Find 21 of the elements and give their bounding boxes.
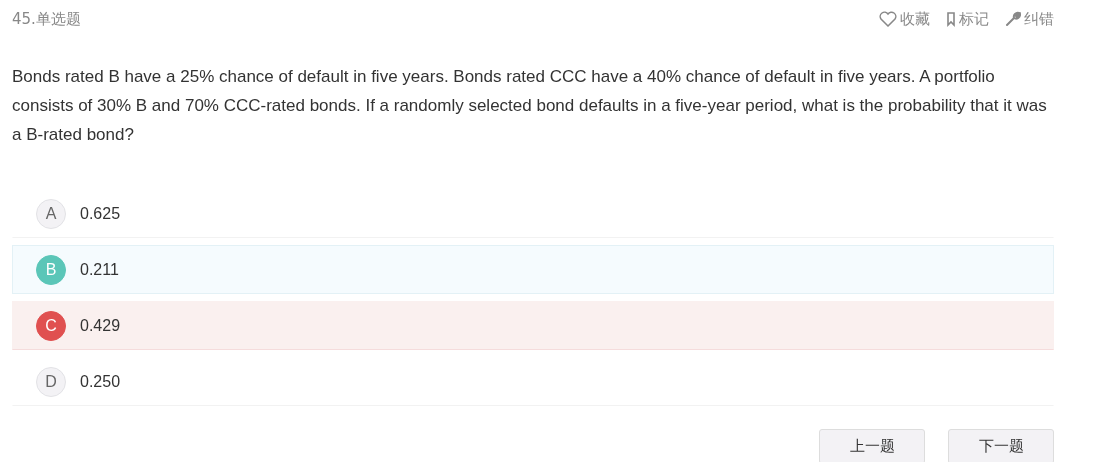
option-letter: C <box>36 310 66 341</box>
answer-option[interactable]: A 0.625 <box>12 189 1054 238</box>
question-number: 45.单选题 <box>12 9 81 29</box>
question-text: Bonds rated B have a 25% chance of default in five years. Bonds rated CCC have a 40% chance of default in five years. A portfolio consists of 30% B and 70% CCC-rated bonds. If a randomly selected bond defaults in a five-year period, what is the probability that it was a B-rated bond? <box>12 66 1048 146</box>
action-link[interactable]: 纠错 <box>1005 9 1054 29</box>
nav-button[interactable]: 下一题 <box>948 429 1054 462</box>
heart-icon <box>879 11 897 27</box>
option-letter: D <box>36 366 66 397</box>
action-link[interactable]: 收藏 <box>879 9 930 29</box>
answer-option[interactable]: C 0.429 <box>12 301 1054 350</box>
option-letter: A <box>36 198 66 229</box>
nav-button[interactable]: 上一题 <box>819 429 925 462</box>
option-letter: B <box>36 254 66 285</box>
option-text: 0.429 <box>80 316 121 335</box>
option-text: 0.211 <box>80 260 119 279</box>
answer-option[interactable]: D 0.250 <box>12 357 1054 406</box>
option-text: 0.250 <box>80 372 121 391</box>
action-link[interactable]: 标记 <box>946 9 989 29</box>
option-text: 0.625 <box>80 204 121 223</box>
bookmark-icon <box>946 11 956 27</box>
answer-option[interactable]: B 0.211 <box>12 245 1054 294</box>
